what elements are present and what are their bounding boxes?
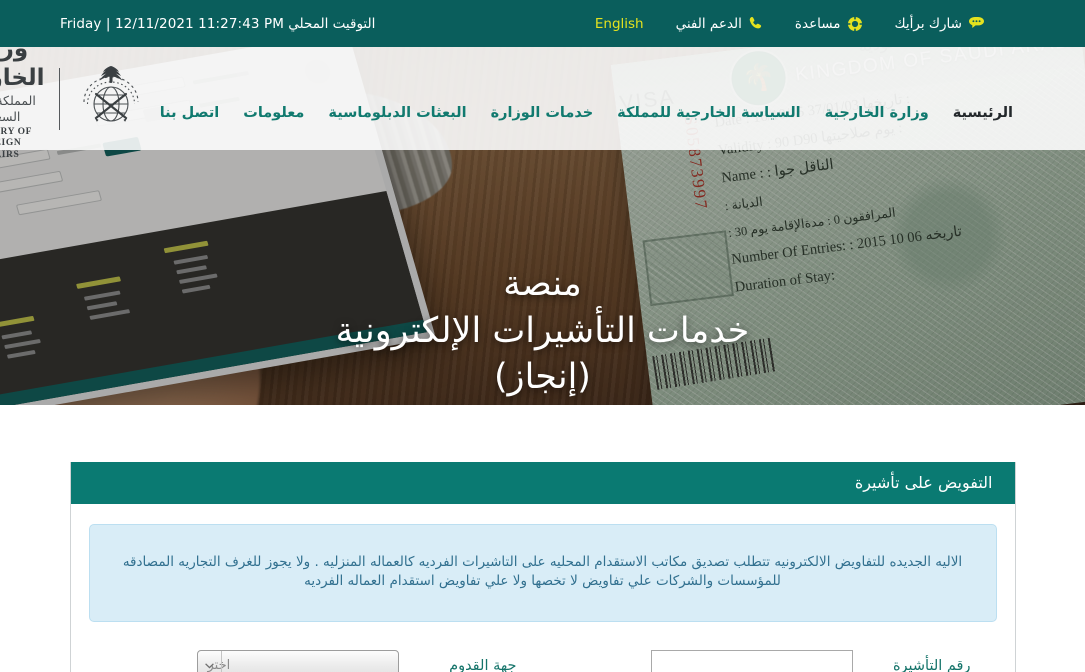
nav-item-diplomatic-missions[interactable]: البعثات الدبلوماسية xyxy=(316,105,478,121)
arrival-source-select-wrap: اختر xyxy=(196,650,399,672)
nav-item-services[interactable]: خدمات الوزارة xyxy=(479,105,606,121)
visa-number-label: رقم التأشيرة xyxy=(892,657,971,672)
hero-title-line-3: (إنجاز) xyxy=(494,357,591,398)
help-link[interactable]: مساعدة xyxy=(779,16,879,32)
nav-item-contact-us[interactable]: اتصل بنا xyxy=(148,105,232,121)
arrival-source-selected-value: اختر xyxy=(207,658,231,672)
lifebuoy-icon xyxy=(847,16,863,32)
arrival-source-field-group: جهة القدوم اختر xyxy=(89,650,543,672)
panel-body: الاليه الجديده للتفاويض الالكترونيه تتطل… xyxy=(71,504,1015,672)
saudi-emblem-palm-swords-icon xyxy=(74,62,148,136)
arrival-source-select[interactable]: اختر xyxy=(196,650,399,672)
phone-icon xyxy=(748,16,763,31)
speech-bubble-icon xyxy=(968,16,985,31)
visa-number-field-group: رقم التأشيرة xyxy=(543,650,997,672)
visa-number-input[interactable] xyxy=(650,650,853,672)
info-alert: الاليه الجديده للتفاويض الالكترونيه تتطل… xyxy=(88,524,997,623)
arrival-source-label: جهة القدوم xyxy=(449,657,517,672)
nav-item-ministry[interactable]: وزارة الخارجية xyxy=(813,105,941,121)
hero-copy: منصة خدمات التأشيرات الإلكترونية (إنجاز)… xyxy=(0,261,1085,405)
main-navigation-bar: الرئيسية وزارة الخارجية السياسة الخارجية… xyxy=(0,47,1085,160)
technical-support-link[interactable]: الدعم الفني xyxy=(660,16,779,32)
top-utility-links: شارك برأيك مساعدة الدعم الفني English xyxy=(589,16,1001,32)
hero-title-line-1: منصة xyxy=(503,264,582,304)
language-switch-link[interactable]: English xyxy=(589,16,660,32)
top-utility-bar: شارك برأيك مساعدة الدعم الفني English ال… xyxy=(0,0,1085,47)
nav-item-information[interactable]: معلومات xyxy=(231,105,316,121)
share-opinion-label: شارك برأيك xyxy=(894,15,962,32)
logo-arabic-country: المملكة العربية السعودية xyxy=(0,93,36,124)
nav-item-foreign-policy[interactable]: السياسة الخارجية للمملكة xyxy=(605,105,812,121)
visa-delegation-panel: التفويض على تأشيرة الاليه الجديده للتفاو… xyxy=(69,462,1016,672)
page-content: التفويض على تأشيرة الاليه الجديده للتفاو… xyxy=(0,405,1085,672)
nav-item-home[interactable]: الرئيسية xyxy=(941,105,1025,121)
hero-title: منصة خدمات التأشيرات الإلكترونية (إنجاز) xyxy=(0,261,1085,401)
nav-links: الرئيسية وزارة الخارجية السياسة الخارجية… xyxy=(148,105,1025,121)
logo-english-name: MINISTRY OF FOREIGN AFFAIRS xyxy=(0,126,33,161)
panel-title: التفويض على تأشيرة xyxy=(70,462,1015,504)
hero-banner: المملكة العربية السعودية KINGDOM OF SAUD… xyxy=(0,47,1085,405)
share-opinion-link[interactable]: شارك برأيك xyxy=(879,16,1001,32)
local-time-clock: التوقيت المحلي Friday | 12/11/2021 11:27… xyxy=(60,15,376,32)
logo-divider xyxy=(58,67,60,130)
visa-delegation-form: رقم التأشيرة جهة القدوم اختر xyxy=(89,622,997,672)
ministry-logo[interactable]: وزارة الخارجية المملكة العربية السعودية … xyxy=(0,47,148,162)
help-label: مساعدة xyxy=(794,15,841,32)
logo-arabic-name: وزارة الخارجية xyxy=(0,47,45,91)
logo-text-block: وزارة الخارجية المملكة العربية السعودية … xyxy=(0,47,45,162)
hero-title-line-2: خدمات التأشيرات الإلكترونية xyxy=(335,310,750,351)
technical-support-label: الدعم الفني xyxy=(675,15,742,32)
